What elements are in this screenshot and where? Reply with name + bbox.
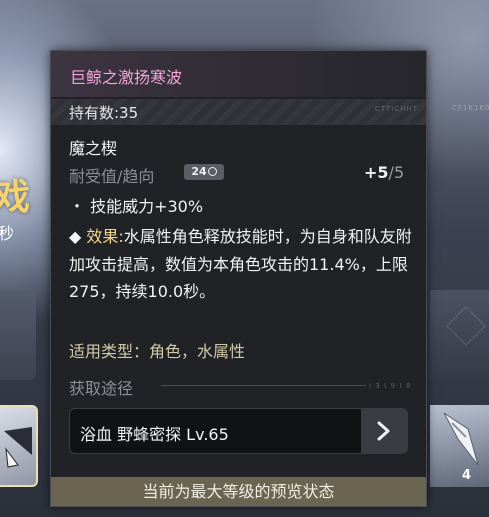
- background-slot-right[interactable]: [430, 290, 489, 380]
- acquire-source-button[interactable]: 浴血 野蜂密探 Lv.65: [69, 408, 408, 454]
- owned-deco-text: CTTICHHT: [374, 105, 418, 113]
- durability-label: 耐受值/趋向: [69, 167, 155, 186]
- item-category: 魔之楔: [69, 139, 118, 158]
- chevron-right-icon: [377, 421, 390, 441]
- owned-count: 持有数:35: [69, 104, 139, 122]
- durability-badge: 24: [184, 164, 224, 180]
- item-count-badge: 4: [462, 468, 472, 483]
- source-arrow-button[interactable]: [361, 409, 407, 453]
- background-character-title: 戏: [0, 177, 31, 218]
- gear-icon: [207, 167, 217, 176]
- item-title: 巨鲸之激扬寒波: [70, 68, 183, 87]
- echo-tooltip-panel: 巨鲸之激扬寒波 持有数:35 CTTICHHT 魔之楔 耐受值/趋向 24 +5…: [50, 50, 427, 507]
- durability-value: 24: [191, 165, 207, 178]
- level-indicator: +5/5: [364, 163, 404, 182]
- item-card-right[interactable]: [430, 405, 489, 487]
- effect-bullet-icon: ◆: [69, 227, 87, 246]
- effect-prefix: 效果:: [86, 227, 124, 246]
- applicable-types: 适用类型：角色，水属性: [69, 342, 246, 361]
- preview-status-footer: 当前为最大等级的预览状态: [51, 477, 426, 506]
- level-max: 5: [393, 163, 405, 182]
- item-card-left[interactable]: [0, 405, 38, 487]
- slot-diamond-icon: [446, 306, 486, 346]
- effect-description: ◆ 效果:水属性角色释放技能时，为自身和队友附加攻击提高，数值为本角色攻击的11…: [69, 223, 414, 306]
- background-character-subtext: 秒: [0, 224, 15, 243]
- background-slot-left[interactable]: [0, 290, 36, 380]
- footer-text: 当前为最大等级的预览状态: [142, 482, 335, 501]
- acquire-deco-text: I Ǝ Ɩ 9 Ɩ 8: [369, 382, 412, 390]
- owned-count-bar: 持有数:35 CTTICHHT: [51, 99, 426, 125]
- acquire-heading: 获取途径: [69, 379, 134, 398]
- blade-icon: [443, 412, 479, 466]
- stat-line: ・ 技能威力+30%: [69, 197, 204, 216]
- fan-icon: [4, 427, 32, 468]
- source-label: 浴血 野蜂密探 Lv.65: [80, 425, 229, 444]
- panel-header: 巨鲸之激扬寒波: [51, 51, 426, 97]
- level-current: +5: [364, 163, 389, 182]
- background-deco-text: CF1K1K0: [452, 104, 489, 112]
- acquire-divider: [161, 385, 366, 386]
